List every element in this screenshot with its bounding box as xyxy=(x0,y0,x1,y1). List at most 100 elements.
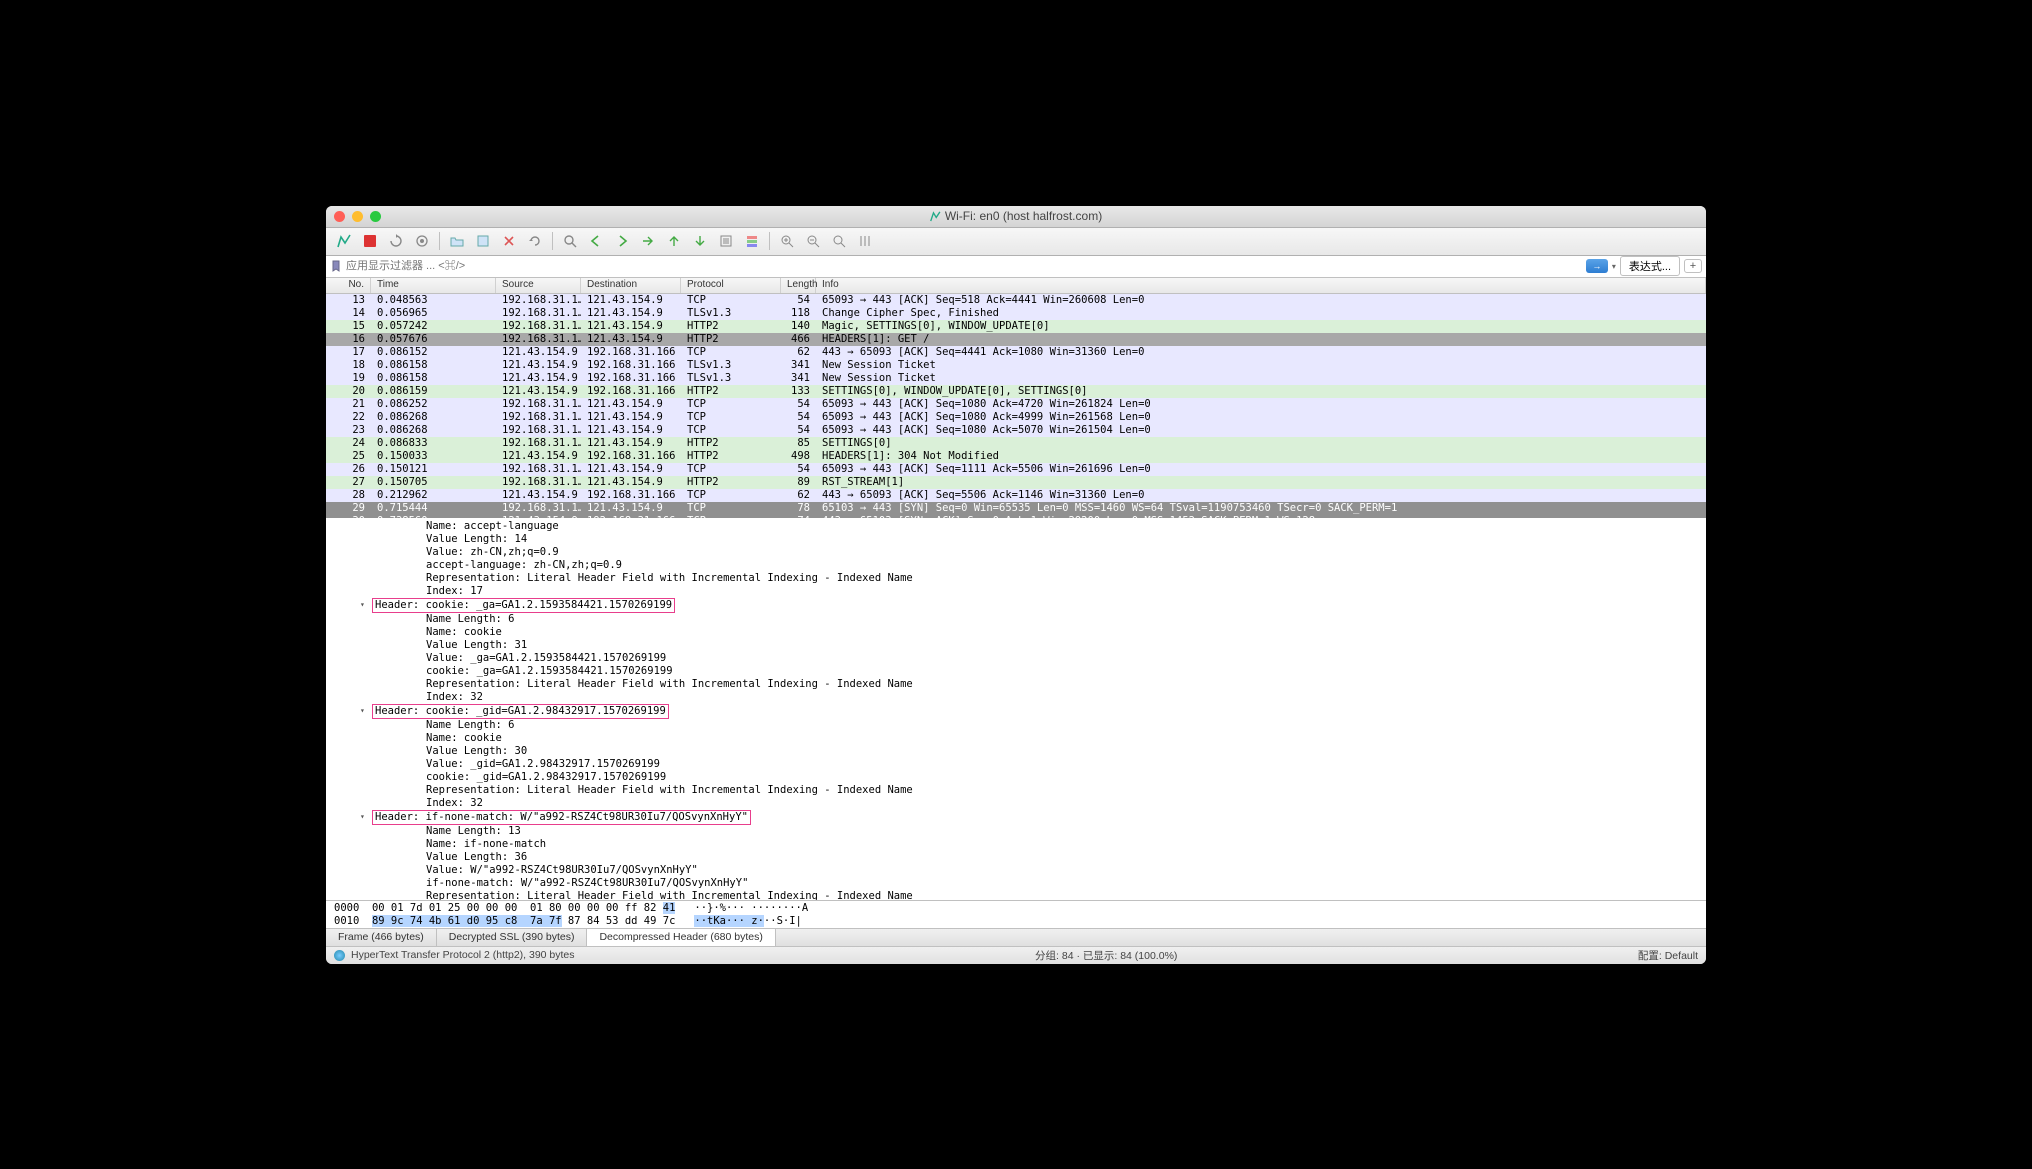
detail-line[interactable]: Name Length: 6 xyxy=(326,613,1706,626)
col-time[interactable]: Time xyxy=(371,278,496,293)
detail-line[interactable]: Representation: Literal Header Field wit… xyxy=(326,678,1706,691)
packet-row[interactable]: 160.057676192.168.31.1…121.43.154.9HTTP2… xyxy=(326,333,1706,346)
last-button[interactable] xyxy=(688,230,712,252)
col-info[interactable]: Info xyxy=(816,278,1706,293)
open-button[interactable] xyxy=(445,230,469,252)
next-button[interactable] xyxy=(610,230,634,252)
detail-line[interactable]: if-none-match: W/"a992-RSZ4Ct98UR30Iu7/Q… xyxy=(326,877,1706,890)
restart-capture-button[interactable] xyxy=(384,230,408,252)
zoom-out-button[interactable] xyxy=(801,230,825,252)
detail-line[interactable]: Value Length: 36 xyxy=(326,851,1706,864)
packet-row[interactable]: 300.738560121.43.154.9192.168.31.166TCP7… xyxy=(326,515,1706,518)
detail-line[interactable]: Name: cookie xyxy=(326,626,1706,639)
packet-row[interactable]: 260.150121192.168.31.1…121.43.154.9TCP54… xyxy=(326,463,1706,476)
save-button[interactable] xyxy=(471,230,495,252)
detail-line[interactable]: Value: W/"a992-RSZ4Ct98UR30Iu7/QOSvynXnH… xyxy=(326,864,1706,877)
zoom-in-button[interactable] xyxy=(775,230,799,252)
detail-line[interactable]: Name: cookie xyxy=(326,732,1706,745)
detail-line[interactable]: Name Length: 13 xyxy=(326,825,1706,838)
packet-row[interactable]: 280.212962121.43.154.9192.168.31.166TCP6… xyxy=(326,489,1706,502)
detail-line[interactable]: Index: 32 xyxy=(326,691,1706,704)
col-dst[interactable]: Destination xyxy=(581,278,681,293)
packet-row[interactable]: 250.150033121.43.154.9192.168.31.166HTTP… xyxy=(326,450,1706,463)
fin-icon xyxy=(930,211,941,222)
packet-row[interactable]: 170.086152121.43.154.9192.168.31.166TCP6… xyxy=(326,346,1706,359)
close-icon[interactable] xyxy=(334,211,345,222)
display-filter-input[interactable] xyxy=(346,260,1582,272)
detail-line[interactable]: Name: accept-language xyxy=(326,520,1706,533)
detail-line[interactable]: Name Length: 6 xyxy=(326,719,1706,732)
first-button[interactable] xyxy=(662,230,686,252)
columns-icon xyxy=(858,234,872,248)
packet-list[interactable]: No. Time Source Destination Protocol Len… xyxy=(326,278,1706,518)
packet-details[interactable]: Name: accept-languageValue Length: 14Val… xyxy=(326,518,1706,900)
packet-row[interactable]: 230.086268192.168.31.1…121.43.154.9TCP54… xyxy=(326,424,1706,437)
packet-row[interactable]: 220.086268192.168.31.1…121.43.154.9TCP54… xyxy=(326,411,1706,424)
tab-frame[interactable]: Frame (466 bytes) xyxy=(326,929,437,946)
packet-row[interactable]: 200.086159121.43.154.9192.168.31.166HTTP… xyxy=(326,385,1706,398)
packet-row[interactable]: 180.086158121.43.154.9192.168.31.166TLSv… xyxy=(326,359,1706,372)
packet-row[interactable]: 150.057242192.168.31.1…121.43.154.9HTTP2… xyxy=(326,320,1706,333)
minimize-icon[interactable] xyxy=(352,211,363,222)
detail-line[interactable]: Value Length: 31 xyxy=(326,639,1706,652)
close-file-button[interactable] xyxy=(497,230,521,252)
detail-line[interactable]: Value: zh-CN,zh;q=0.9 xyxy=(326,546,1706,559)
detail-line[interactable]: Value: _gid=GA1.2.98432917.1570269199 xyxy=(326,758,1706,771)
detail-line[interactable]: Value Length: 30 xyxy=(326,745,1706,758)
stop-capture-button[interactable] xyxy=(358,230,382,252)
zoom-reset-button[interactable] xyxy=(827,230,851,252)
packet-row[interactable]: 130.048563192.168.31.1…121.43.154.9TCP54… xyxy=(326,294,1706,307)
start-capture-button[interactable] xyxy=(332,230,356,252)
detail-line[interactable]: accept-language: zh-CN,zh;q=0.9 xyxy=(326,559,1706,572)
detail-line[interactable]: Representation: Literal Header Field wit… xyxy=(326,890,1706,900)
detail-line[interactable]: Representation: Literal Header Field wit… xyxy=(326,572,1706,585)
hex-view[interactable]: 0000 00 01 7d 01 25 00 00 00 01 80 00 00… xyxy=(326,900,1706,928)
zoom-in-icon xyxy=(780,234,794,248)
col-len[interactable]: Length xyxy=(781,278,816,293)
packet-row[interactable]: 240.086833192.168.31.1…121.43.154.9HTTP2… xyxy=(326,437,1706,450)
col-src[interactable]: Source xyxy=(496,278,581,293)
find-button[interactable] xyxy=(558,230,582,252)
apply-filter-button[interactable]: → xyxy=(1586,259,1608,273)
goto-icon xyxy=(641,234,655,248)
jump-button[interactable] xyxy=(636,230,660,252)
status-proto: HyperText Transfer Protocol 2 (http2), 3… xyxy=(351,949,575,961)
folder-icon xyxy=(450,234,464,248)
bookmark-icon[interactable] xyxy=(330,260,342,272)
tab-decompressed-header[interactable]: Decompressed Header (680 bytes) xyxy=(587,929,775,946)
packet-row[interactable]: 290.715444192.168.31.1…121.43.154.9TCP78… xyxy=(326,502,1706,515)
col-proto[interactable]: Protocol xyxy=(681,278,781,293)
options-button[interactable] xyxy=(410,230,434,252)
expert-info-icon[interactable] xyxy=(334,950,345,961)
colorize-button[interactable] xyxy=(740,230,764,252)
header-node[interactable]: Header: cookie: _ga=GA1.2.1593584421.157… xyxy=(326,598,1706,613)
autoscroll-button[interactable] xyxy=(714,230,738,252)
restart-icon xyxy=(389,234,403,248)
detail-line[interactable]: Index: 17 xyxy=(326,585,1706,598)
col-no[interactable]: No. xyxy=(326,278,371,293)
detail-line[interactable]: Value Length: 14 xyxy=(326,533,1706,546)
save-icon xyxy=(476,234,490,248)
prev-button[interactable] xyxy=(584,230,608,252)
header-node[interactable]: Header: cookie: _gid=GA1.2.98432917.1570… xyxy=(326,704,1706,719)
expression-button[interactable]: 表达式... xyxy=(1620,256,1680,276)
dropdown-icon[interactable]: ▾ xyxy=(1612,262,1616,271)
add-filter-button[interactable]: + xyxy=(1684,259,1702,273)
packet-row[interactable]: 210.086252192.168.31.1…121.43.154.9TCP54… xyxy=(326,398,1706,411)
resize-columns-button[interactable] xyxy=(853,230,877,252)
reload-button[interactable] xyxy=(523,230,547,252)
detail-line[interactable]: cookie: _ga=GA1.2.1593584421.1570269199 xyxy=(326,665,1706,678)
detail-line[interactable]: Name: if-none-match xyxy=(326,838,1706,851)
stop-icon xyxy=(363,234,377,248)
detail-line[interactable]: cookie: _gid=GA1.2.98432917.1570269199 xyxy=(326,771,1706,784)
header-node[interactable]: Header: if-none-match: W/"a992-RSZ4Ct98U… xyxy=(326,810,1706,825)
status-profile[interactable]: 配置: Default xyxy=(1638,948,1698,963)
tab-decrypted-ssl[interactable]: Decrypted SSL (390 bytes) xyxy=(437,929,588,946)
detail-line[interactable]: Value: _ga=GA1.2.1593584421.1570269199 xyxy=(326,652,1706,665)
packet-row[interactable]: 190.086158121.43.154.9192.168.31.166TLSv… xyxy=(326,372,1706,385)
packet-row[interactable]: 270.150705192.168.31.1…121.43.154.9HTTP2… xyxy=(326,476,1706,489)
detail-line[interactable]: Index: 32 xyxy=(326,797,1706,810)
detail-line[interactable]: Representation: Literal Header Field wit… xyxy=(326,784,1706,797)
packet-row[interactable]: 140.056965192.168.31.1…121.43.154.9TLSv1… xyxy=(326,307,1706,320)
zoom-icon[interactable] xyxy=(370,211,381,222)
